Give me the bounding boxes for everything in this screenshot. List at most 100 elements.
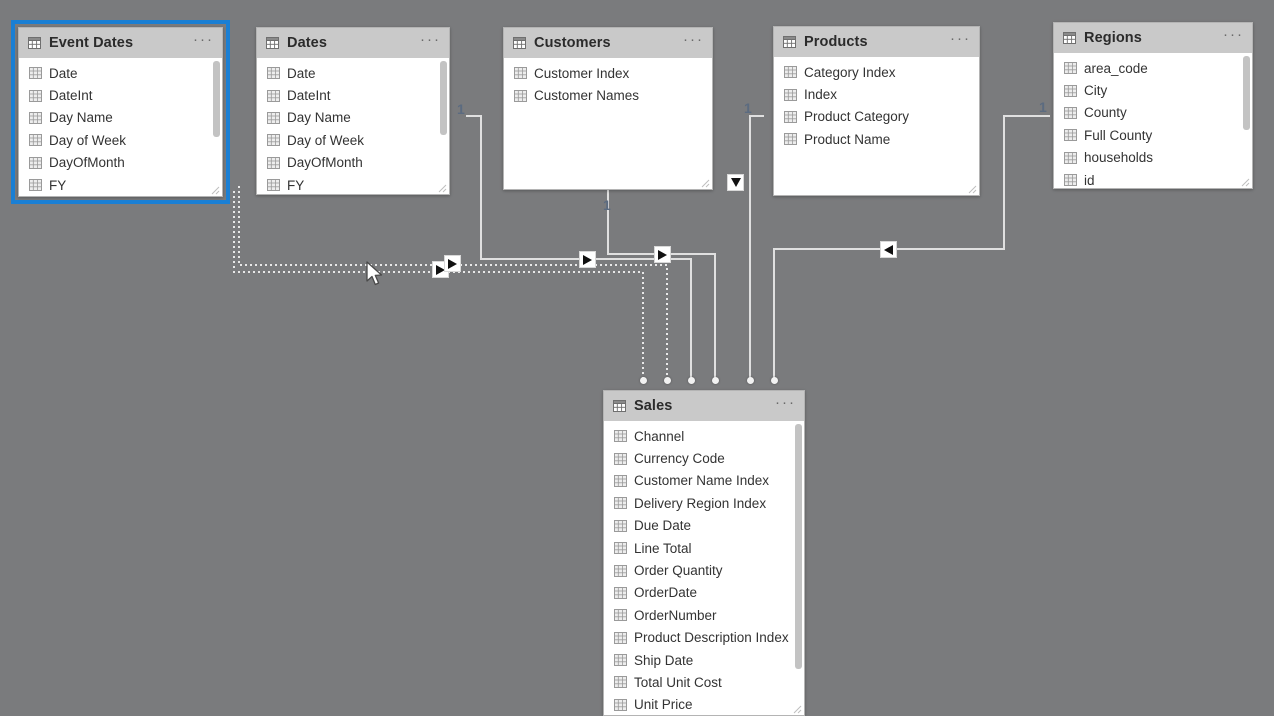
field-row[interactable]: Unit Price — [604, 694, 804, 715]
field-row[interactable]: id — [1054, 169, 1252, 188]
field-label: Product Description Index — [634, 630, 789, 646]
field-row[interactable]: households — [1054, 147, 1252, 169]
field-row[interactable]: Category Index — [774, 61, 979, 83]
field-label: Due Date — [634, 518, 692, 534]
table-header-customers[interactable]: Customers ··· — [504, 28, 712, 58]
field-row[interactable]: Product Name — [774, 128, 979, 150]
field-row[interactable]: Day Name — [19, 107, 222, 129]
table-card-dates[interactable]: Dates ··· Date DateInt Day Name Day of W… — [256, 27, 450, 195]
table-card-customers[interactable]: Customers ··· Customer Index Customer Na… — [503, 27, 713, 190]
field-row[interactable]: Date — [257, 62, 449, 84]
field-label: DateInt — [49, 88, 93, 104]
relationship-products-sales — [749, 115, 764, 378]
model-view-canvas[interactable]: 1 1 1 1 Event Dates ··· Date DateInt Day… — [0, 0, 1274, 716]
field-row[interactable]: Product Category — [774, 106, 979, 128]
table-card-regions[interactable]: Regions ··· area_code City County Full C… — [1053, 22, 1253, 189]
field-grid-icon — [614, 430, 627, 443]
field-row[interactable]: Day Name — [257, 107, 449, 129]
field-row[interactable]: OrderNumber — [604, 604, 804, 626]
field-label: Day Name — [287, 110, 351, 126]
ellipsis-icon[interactable]: ··· — [420, 32, 441, 50]
resize-handle[interactable] — [438, 184, 447, 193]
field-grid-icon — [784, 88, 797, 101]
resize-handle[interactable] — [793, 705, 802, 714]
field-row[interactable]: Channel — [604, 425, 804, 447]
field-grid-icon — [614, 631, 627, 644]
field-row[interactable]: County — [1054, 102, 1252, 124]
table-header-event-dates[interactable]: Event Dates ··· — [19, 28, 222, 58]
field-row[interactable]: Ship Date — [604, 649, 804, 671]
field-row[interactable]: FY — [257, 174, 449, 194]
field-row[interactable]: Date — [19, 62, 222, 84]
field-label: Line Total — [634, 540, 692, 556]
table-header-regions[interactable]: Regions ··· — [1054, 23, 1252, 53]
field-label: Channel — [634, 428, 685, 444]
table-card-sales[interactable]: Sales ··· Channel Currency Code Customer… — [603, 390, 805, 716]
field-row[interactable]: Customer Name Index — [604, 470, 804, 492]
table-grid-icon — [613, 400, 626, 412]
resize-handle[interactable] — [211, 186, 220, 195]
relationship-endpoint-dot — [688, 377, 695, 384]
field-row[interactable]: Customer Names — [504, 84, 712, 106]
resize-handle[interactable] — [701, 179, 710, 188]
table-grid-icon — [1063, 32, 1076, 44]
table-field-list-regions[interactable]: area_code City County Full County househ… — [1054, 53, 1252, 188]
field-list-scrollbar[interactable] — [213, 61, 220, 189]
field-row[interactable]: DateInt — [257, 84, 449, 106]
field-row[interactable]: Line Total — [604, 537, 804, 559]
field-row[interactable]: Day of Week — [19, 129, 222, 151]
field-row[interactable]: DayOfMonth — [257, 152, 449, 174]
ellipsis-icon[interactable]: ··· — [683, 32, 704, 50]
field-row[interactable]: area_code — [1054, 57, 1252, 79]
field-row[interactable]: OrderDate — [604, 582, 804, 604]
table-title: Products — [804, 34, 868, 50]
field-row[interactable]: DayOfMonth — [19, 152, 222, 174]
field-list-scrollbar[interactable] — [795, 424, 802, 712]
field-label: Customer Name Index — [634, 473, 770, 489]
table-card-event-dates[interactable]: Event Dates ··· Date DateInt Day Name Da… — [11, 20, 230, 204]
field-row[interactable]: Delivery Region Index — [604, 492, 804, 514]
field-row[interactable]: Product Description Index — [604, 627, 804, 649]
table-field-list-customers[interactable]: Customer Index Customer Names — [504, 58, 712, 189]
field-grid-icon — [29, 156, 42, 169]
table-field-list-products[interactable]: Category Index Index Product Category Pr… — [774, 57, 979, 195]
table-header-products[interactable]: Products ··· — [774, 27, 979, 57]
table-header-sales[interactable]: Sales ··· — [604, 391, 804, 421]
field-row[interactable]: FY — [19, 174, 222, 196]
resize-handle[interactable] — [1241, 178, 1250, 187]
field-list-scrollbar[interactable] — [1243, 56, 1250, 181]
field-row[interactable]: DateInt — [19, 84, 222, 106]
field-row[interactable]: Currency Code — [604, 447, 804, 469]
field-row[interactable]: Full County — [1054, 124, 1252, 146]
table-header-dates[interactable]: Dates ··· — [257, 28, 449, 58]
table-grid-icon — [783, 36, 796, 48]
field-row[interactable]: City — [1054, 79, 1252, 101]
field-list-scrollbar[interactable] — [440, 61, 447, 187]
ellipsis-icon[interactable]: ··· — [1223, 27, 1244, 45]
table-field-list-dates[interactable]: Date DateInt Day Name Day of Week DayOfM… — [257, 58, 449, 194]
field-label: Customer Names — [534, 88, 640, 104]
ellipsis-icon[interactable]: ··· — [193, 32, 214, 50]
table-field-list-sales[interactable]: Channel Currency Code Customer Name Inde… — [604, 421, 804, 715]
field-grid-icon — [1064, 174, 1077, 187]
field-grid-icon — [267, 67, 280, 80]
table-title: Sales — [634, 398, 673, 414]
field-grid-icon — [614, 519, 627, 532]
resize-handle[interactable] — [968, 185, 977, 194]
relationship-event-dates-sales-a — [238, 186, 668, 378]
table-field-list-event-dates[interactable]: Date DateInt Day Name Day of Week DayOfM… — [19, 58, 222, 196]
ellipsis-icon[interactable]: ··· — [950, 31, 971, 49]
filter-direction-arrow-icon-regions — [880, 241, 897, 258]
field-row[interactable]: Customer Index — [504, 62, 712, 84]
table-grid-icon — [513, 37, 526, 49]
field-grid-icon — [267, 89, 280, 102]
filter-direction-arrow-icon-event-dates-a — [444, 255, 461, 272]
table-card-products[interactable]: Products ··· Category Index Index Produc… — [773, 26, 980, 196]
field-row[interactable]: Due Date — [604, 515, 804, 537]
field-grid-icon — [267, 156, 280, 169]
field-row[interactable]: Order Quantity — [604, 559, 804, 581]
field-row[interactable]: Total Unit Cost — [604, 671, 804, 693]
field-row[interactable]: Index — [774, 83, 979, 105]
field-row[interactable]: Day of Week — [257, 129, 449, 151]
ellipsis-icon[interactable]: ··· — [775, 395, 796, 413]
